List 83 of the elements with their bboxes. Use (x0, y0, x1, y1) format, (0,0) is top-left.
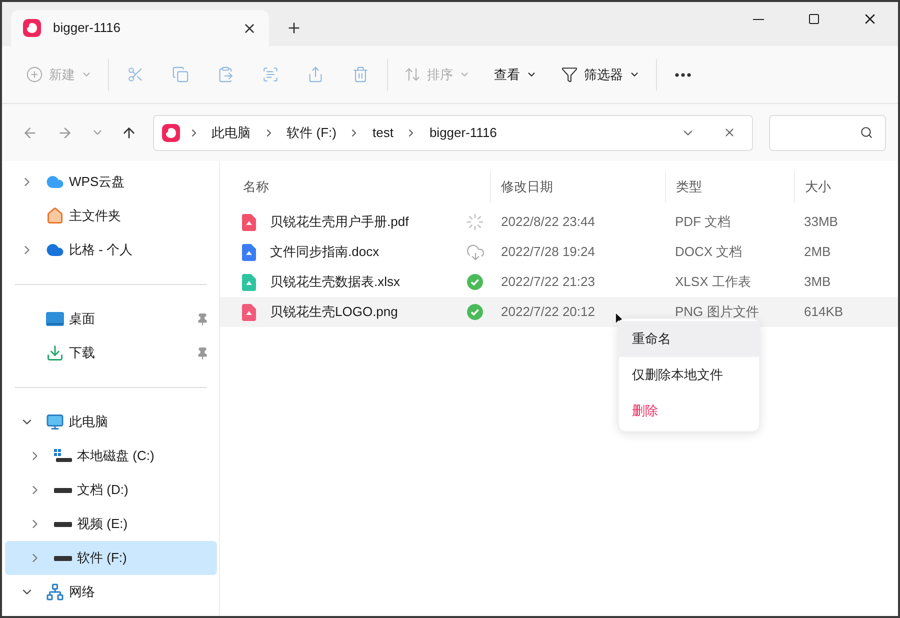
file-name: 贝锐花生壳LOGO.png (270, 303, 399, 322)
column-header[interactable]: 类型 (665, 171, 794, 203)
file-type: PNG 图片文件 (674, 303, 760, 322)
search-icon (860, 126, 873, 139)
column-header[interactable]: 大小 (794, 171, 894, 203)
file-row[interactable]: 文件同步指南.docx 2022/7/28 19:24 DOCX 文档 2MB (220, 237, 898, 267)
sidebar-item[interactable]: 网络 (5, 575, 217, 609)
sidebar-label: 文档 (D:) (77, 481, 128, 500)
modified-date: 2022/8/22 23:44 (501, 214, 595, 230)
file-type: PDF 文档 (674, 213, 732, 232)
sidebar-item[interactable]: 本地磁盘 (C:) (5, 439, 217, 473)
sidebar-label: 此电脑 (69, 413, 108, 432)
tab-title: bigger-1116 (53, 19, 122, 38)
menu-item[interactable]: 删除 (619, 393, 759, 429)
monitor-icon (46, 413, 64, 431)
sidebar-label: 软件 (F:) (77, 549, 127, 568)
view-button[interactable]: 查看 (482, 56, 549, 92)
file-row[interactable]: 贝锐花生壳数据表.xlsx 2022/7/22 21:23 XLSX 工作表 3MB (220, 267, 898, 297)
home-icon (46, 207, 64, 225)
file-row[interactable]: 贝锐花生壳用户手册.pdf 2022/8/22 23:44 PDF 文档 33MB (220, 207, 898, 237)
sidebar-item[interactable]: WPS云盘 (5, 165, 217, 199)
file-size: 3MB (803, 273, 831, 292)
up-icon (120, 124, 137, 140)
download-icon (46, 344, 64, 362)
sidebar-item[interactable]: 软件 (F:) (5, 541, 217, 575)
file-row[interactable]: 贝锐花生壳LOGO.png 2022/7/22 20:12 PNG 图片文件 614KB (220, 297, 898, 327)
breadcrumb-item[interactable]: bigger-1116 (425, 122, 501, 142)
sidebar-label: WPS云盘 (69, 173, 125, 192)
clear-icon[interactable] (723, 126, 736, 139)
menu-item[interactable]: 仅删除本地文件 (619, 357, 759, 393)
breadcrumb-item[interactable]: 此电脑 (208, 122, 255, 142)
column-header[interactable]: 名称 (242, 171, 490, 203)
drive-icon (54, 522, 72, 526)
filter-button[interactable]: 筛选器 (549, 56, 652, 92)
sidebar-item[interactable]: 文档 (D:) (5, 473, 217, 507)
sidebar-label: 桌面 (69, 310, 95, 328)
file-icon (242, 244, 256, 260)
column-header[interactable]: 修改日期 (490, 171, 665, 203)
sidebar-item[interactable]: 下载 (5, 336, 217, 370)
sidebar-item[interactable]: 视频 (E:) (5, 507, 217, 541)
search-field[interactable] (769, 114, 886, 150)
modified-date: 2022/7/22 20:12 (501, 304, 595, 320)
tab[interactable]: bigger-1116 (11, 10, 269, 46)
plus-icon (286, 20, 302, 36)
file-type: DOCX 文档 (674, 243, 744, 262)
sidebar-label: 比格 - 个人 (69, 241, 133, 260)
drive-icon (54, 488, 72, 492)
modified-date: 2022/7/28 19:24 (501, 244, 595, 260)
sidebar-label: 主文件夹 (69, 207, 121, 226)
app-logo-icon (162, 124, 180, 142)
sidebar-item[interactable]: 桌面 (5, 302, 217, 336)
file-size: 614KB (803, 303, 844, 322)
cloud-icon (46, 241, 64, 259)
back-icon (22, 124, 38, 140)
breadcrumb-item[interactable]: 软件 (F:) (282, 122, 340, 142)
sidebar-label: 网络 (69, 583, 95, 602)
sidebar-item[interactable]: 比格 - 个人 (5, 233, 217, 267)
sidebar-item[interactable]: 此电脑 (5, 405, 217, 439)
file-name: 贝锐花生壳数据表.xlsx (270, 273, 401, 292)
sidebar-item[interactable]: 主文件夹 (5, 199, 217, 233)
network-icon (46, 583, 64, 601)
app-logo-icon (23, 19, 41, 37)
desktop-icon (46, 312, 64, 326)
maximize-icon (808, 13, 820, 25)
system-drive-icon (54, 449, 72, 463)
cloud-icon (46, 173, 64, 191)
file-name: 文件同步指南.docx (270, 243, 380, 262)
file-name: 贝锐花生壳用户手册.pdf (270, 213, 410, 232)
file-icon (242, 304, 256, 320)
file-size: 33MB (803, 213, 838, 232)
modified-date: 2022/7/22 21:23 (501, 274, 595, 290)
address-bar[interactable]: 此电脑 软件 (F:) test bigger-1116 (152, 114, 754, 150)
sidebar-label: 视频 (E:) (77, 515, 128, 534)
file-icon (242, 214, 256, 230)
sidebar-label: 本地磁盘 (C:) (77, 447, 154, 466)
breadcrumb-item[interactable]: test (368, 122, 398, 142)
file-type: XLSX 工作表 (674, 273, 752, 292)
drive-icon (54, 556, 72, 560)
file-icon (242, 274, 256, 290)
menu-item[interactable]: 重命名 (619, 321, 759, 357)
sidebar-label: 下载 (69, 344, 95, 362)
minimize-icon (752, 18, 764, 20)
file-size: 2MB (803, 243, 831, 262)
